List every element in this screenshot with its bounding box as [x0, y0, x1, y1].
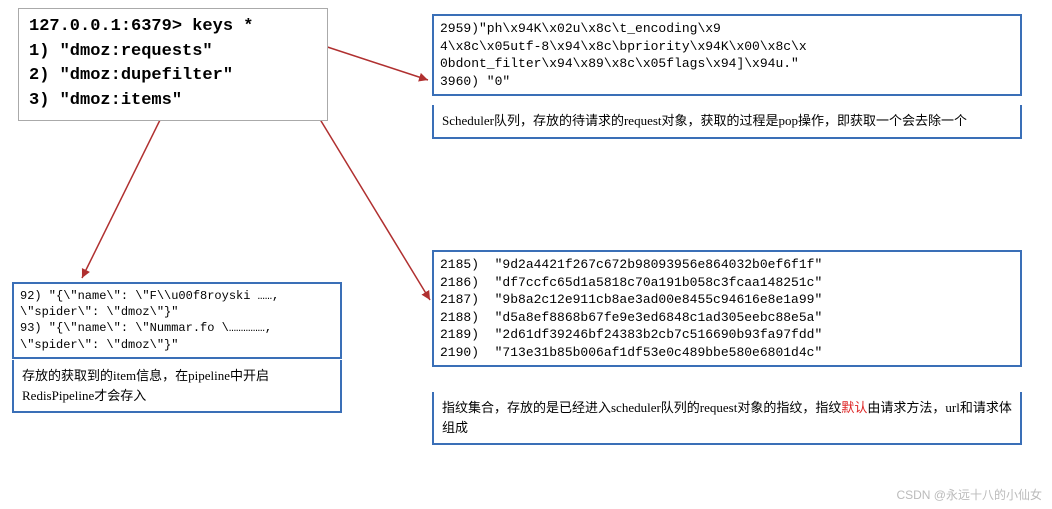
- items-desc-text: 存放的获取到的item信息，在pipeline中开启RedisPipeline才…: [22, 368, 269, 403]
- scheduler-desc-box: Scheduler队列，存放的待请求的request对象，获取的过程是pop操作…: [432, 105, 1022, 139]
- redis-keys-box: 127.0.0.1:6379> keys * 1) "dmoz:requests…: [18, 8, 328, 121]
- items-code-box: 92) "{\"name\": \"F\\u00f8royski ……, \"s…: [12, 282, 342, 359]
- fingerprint-desc-box: 指纹集合，存放的是已经进入scheduler队列的request对象的指纹，指纹…: [432, 392, 1022, 445]
- items-desc-box: 存放的获取到的item信息，在pipeline中开启RedisPipeline才…: [12, 360, 342, 413]
- scheduler-desc-text: Scheduler队列，存放的待请求的request对象，获取的过程是pop操作…: [442, 113, 967, 128]
- fingerprint-desc-highlight: 默认: [841, 400, 867, 415]
- fingerprint-desc-pre: 指纹集合，存放的是已经进入scheduler队列的request对象的指纹，指纹: [442, 400, 841, 415]
- watermark-text: CSDN @永远十八的小仙女: [896, 486, 1042, 503]
- scheduler-code-box: 2959)"ph\x94K\x02u\x8c\t_encoding\x9 4\x…: [432, 14, 1022, 96]
- fingerprint-code-box: 2185) "9d2a4421f267c672b98093956e864032b…: [432, 250, 1022, 367]
